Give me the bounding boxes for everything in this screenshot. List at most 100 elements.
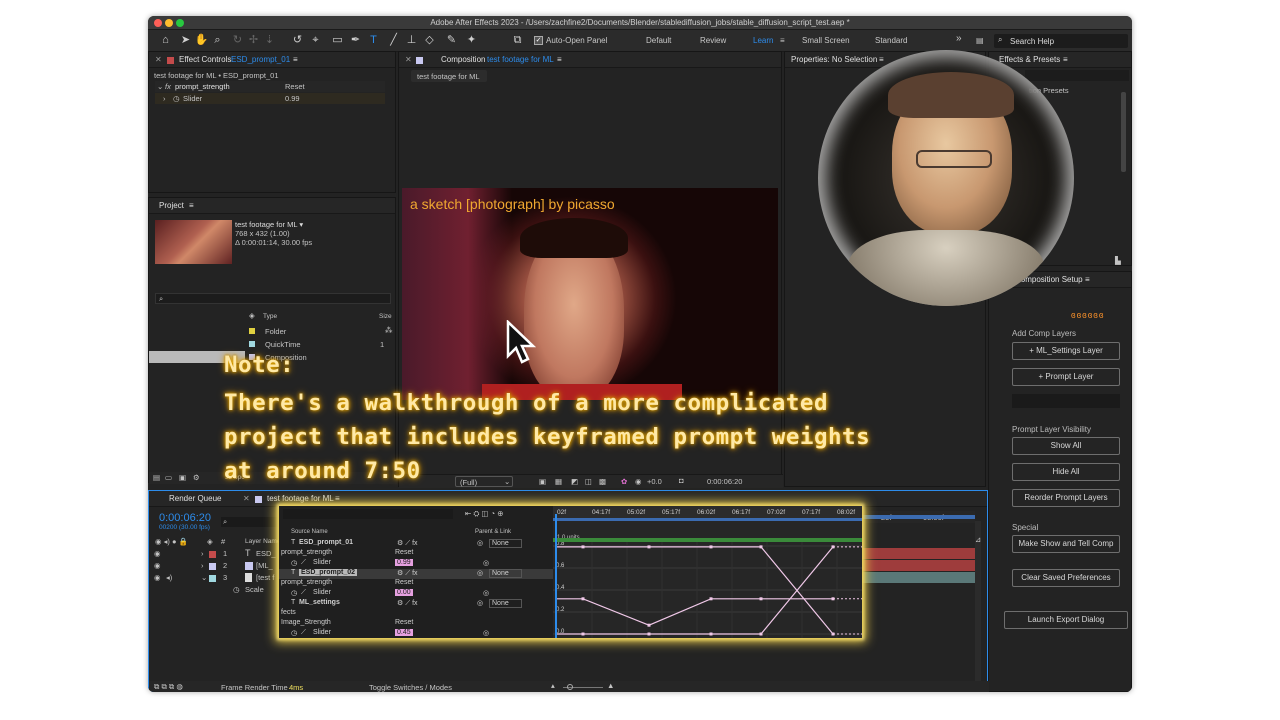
inset-row-group[interactable]: Reset Image_Strength (279, 619, 553, 629)
expand-arrow-icon[interactable]: › (201, 561, 204, 570)
keyframe-point[interactable] (759, 632, 763, 636)
expand-arrow-icon[interactable]: › (201, 549, 204, 558)
clear-saved-preferences-button[interactable]: Clear Saved Preferences (1012, 569, 1120, 587)
make-show-and-tell-button[interactable]: Make Show and Tell Comp (1012, 535, 1120, 553)
inset-row-prop[interactable]: ◷ ⟋ 0.45 ◎ Slider (279, 629, 553, 639)
comp-subtab[interactable]: test footage for ML (411, 70, 487, 82)
workspace-standard[interactable]: Standard (875, 36, 907, 45)
parent-dropdown[interactable]: None (489, 599, 522, 608)
interpret-footage-icon[interactable]: ▤ (153, 473, 160, 482)
keyframe-point[interactable] (647, 545, 651, 549)
folder-flow-icon[interactable]: ⁂ (385, 326, 393, 335)
reset-link[interactable]: Reset (395, 579, 413, 586)
graph-tools-icon[interactable]: ⇤ ⛭ ◫ ◔ ⊕ (465, 509, 504, 519)
graph-toggle-icon[interactable]: ⟋ (301, 559, 306, 567)
slider-value[interactable]: 0.99 (395, 559, 413, 566)
resolution-dropdown[interactable]: (Full) ⌄ (455, 476, 513, 487)
slider-value[interactable]: 0.00 (395, 589, 413, 596)
comp-timecode[interactable]: 0:00:06:20 (707, 477, 742, 486)
puppet-pin-icon[interactable]: ✦ (464, 33, 479, 48)
transparency-grid-icon[interactable]: ▦ (555, 477, 562, 486)
keyframe-point[interactable] (759, 545, 763, 549)
fx-icon[interactable]: fx (165, 82, 171, 91)
toggle-views-icon[interactable]: ◫ (585, 477, 592, 486)
graph-toggle-icon[interactable]: ⟋ (301, 589, 306, 597)
dolly-tool-icon[interactable]: ⇣ (262, 33, 277, 48)
pen-tool-icon[interactable]: ✒ (348, 33, 363, 48)
home-icon[interactable]: ⌂ (158, 33, 173, 48)
eraser-tool-icon[interactable]: ◇ (422, 33, 437, 48)
type-tool-icon[interactable]: T (366, 33, 381, 48)
label-icon[interactable]: ◈ (207, 537, 213, 546)
new-preset-icon[interactable]: ▙ (1115, 256, 1121, 265)
workspace-review[interactable]: Review (700, 36, 726, 45)
project-search-input[interactable]: ⌕ (155, 293, 391, 304)
project-tab[interactable]: Project ≡ (149, 198, 395, 214)
effect-controls-tab[interactable]: ✕ Effect Controls ESD_prompt_01 ≡ (149, 52, 395, 68)
keyframe-point[interactable] (581, 632, 585, 636)
stopwatch-icon[interactable]: ◷ (291, 629, 297, 637)
auto-open-checkbox[interactable]: ✓ (534, 36, 543, 45)
timeline-timecode[interactable]: 0:00:06:20 (159, 512, 211, 524)
keyframe-point[interactable] (831, 597, 835, 601)
effects-search-input[interactable] (1025, 70, 1129, 81)
reorder-prompt-layers-button[interactable]: Reorder Prompt Layers (1012, 489, 1120, 507)
number-icon[interactable]: # (221, 537, 225, 546)
snapshot-icon[interactable]: ◘ (679, 476, 684, 485)
composition-tab[interactable]: ✕ Composition test footage for ML ≡ (399, 52, 781, 68)
panel-menu-icon[interactable]: ≡ (1063, 52, 1068, 68)
audio-icon[interactable]: ◂) (166, 573, 172, 582)
inset-row-group[interactable]: fects (279, 609, 553, 619)
size-column-header[interactable]: Size (379, 313, 392, 320)
keyframe-point[interactable] (759, 597, 763, 601)
av-switches-icon[interactable]: ◉ ◂) ● 🔒 (155, 537, 188, 546)
pickwhip-icon[interactable]: ◎ (477, 569, 483, 577)
layer-bar-2[interactable] (861, 560, 975, 571)
stopwatch-icon[interactable]: ◷ (233, 585, 240, 594)
expand-arrow-icon[interactable]: › (163, 94, 166, 103)
close-window-button[interactable] (154, 19, 162, 27)
zoom-tool-icon[interactable]: ⌕ (210, 33, 225, 48)
close-tab-icon[interactable]: ✕ (405, 52, 412, 68)
keyframe-point[interactable] (581, 597, 585, 601)
layer-switches-icon[interactable]: ⧉ ⧉ ⧉ ◍ (154, 682, 183, 692)
graph-toggle-icon[interactable]: ⟋ (301, 629, 306, 637)
reset-link[interactable]: Reset (395, 549, 413, 556)
composition-viewer[interactable]: a sketch [photograph] by picasso (402, 188, 778, 400)
brush-tool-icon[interactable]: ╱ (386, 33, 401, 48)
slider-value[interactable]: 0.45 (395, 629, 413, 636)
search-help-field[interactable]: ⌕ Search Help (994, 34, 1128, 48)
add-prompt-layer-button[interactable]: + Prompt Layer (1012, 368, 1120, 386)
panel-menu-icon[interactable]: ≡ (1085, 272, 1090, 288)
source-name-header[interactable]: Source Name (291, 529, 328, 535)
playhead[interactable] (555, 514, 557, 638)
zoom-window-button[interactable] (176, 19, 184, 27)
keyframe-point[interactable] (709, 597, 713, 601)
orbit-tool-icon[interactable]: ↻ (230, 33, 245, 48)
effect-row[interactable]: ⌄ fx prompt_strength Reset (155, 81, 385, 92)
show-all-button[interactable]: Show All (1012, 437, 1120, 455)
zoom-out-icon[interactable]: ▴ (551, 681, 555, 690)
inset-row-layer[interactable]: T ⚙ ⟋ fx ◎ None ML_settings (279, 599, 553, 609)
zoom-slider-handle[interactable] (567, 684, 573, 690)
stopwatch-icon[interactable]: ◷ (173, 94, 180, 103)
inset-row-prop[interactable]: ◷ ⟋ 0.99 ◎ Slider (279, 559, 553, 569)
type-column-header[interactable]: Type (263, 313, 277, 320)
panel-menu-icon[interactable]: ≡ (189, 198, 194, 214)
keyframe-point[interactable] (831, 545, 835, 549)
inset-row-group[interactable]: Reset prompt_strength (279, 579, 553, 589)
layer-bar-1[interactable] (861, 548, 975, 559)
reset-exposure-icon[interactable]: ◉ (635, 477, 642, 486)
scale-property-row[interactable]: ◷ Scale (149, 584, 279, 596)
expand-arrow-icon[interactable]: ⌄ (157, 82, 163, 91)
close-tab-icon[interactable]: ✕ (243, 491, 250, 507)
hide-all-button[interactable]: Hide All (1012, 463, 1120, 481)
color-channels-icon[interactable]: ✿ (621, 477, 627, 486)
snapping-icon[interactable]: ⧉ (510, 33, 525, 48)
keyframe-point[interactable] (709, 545, 713, 549)
launch-export-dialog-button[interactable]: Launch Export Dialog (1004, 611, 1128, 629)
exposure-value[interactable]: +0.0 (647, 477, 662, 486)
workspace-small-screen[interactable]: Small Screen (802, 36, 850, 45)
toggle-switches-modes[interactable]: Toggle Switches / Modes (369, 683, 452, 692)
slider-property-row[interactable]: › ◷ Slider 0.99 (155, 93, 385, 104)
